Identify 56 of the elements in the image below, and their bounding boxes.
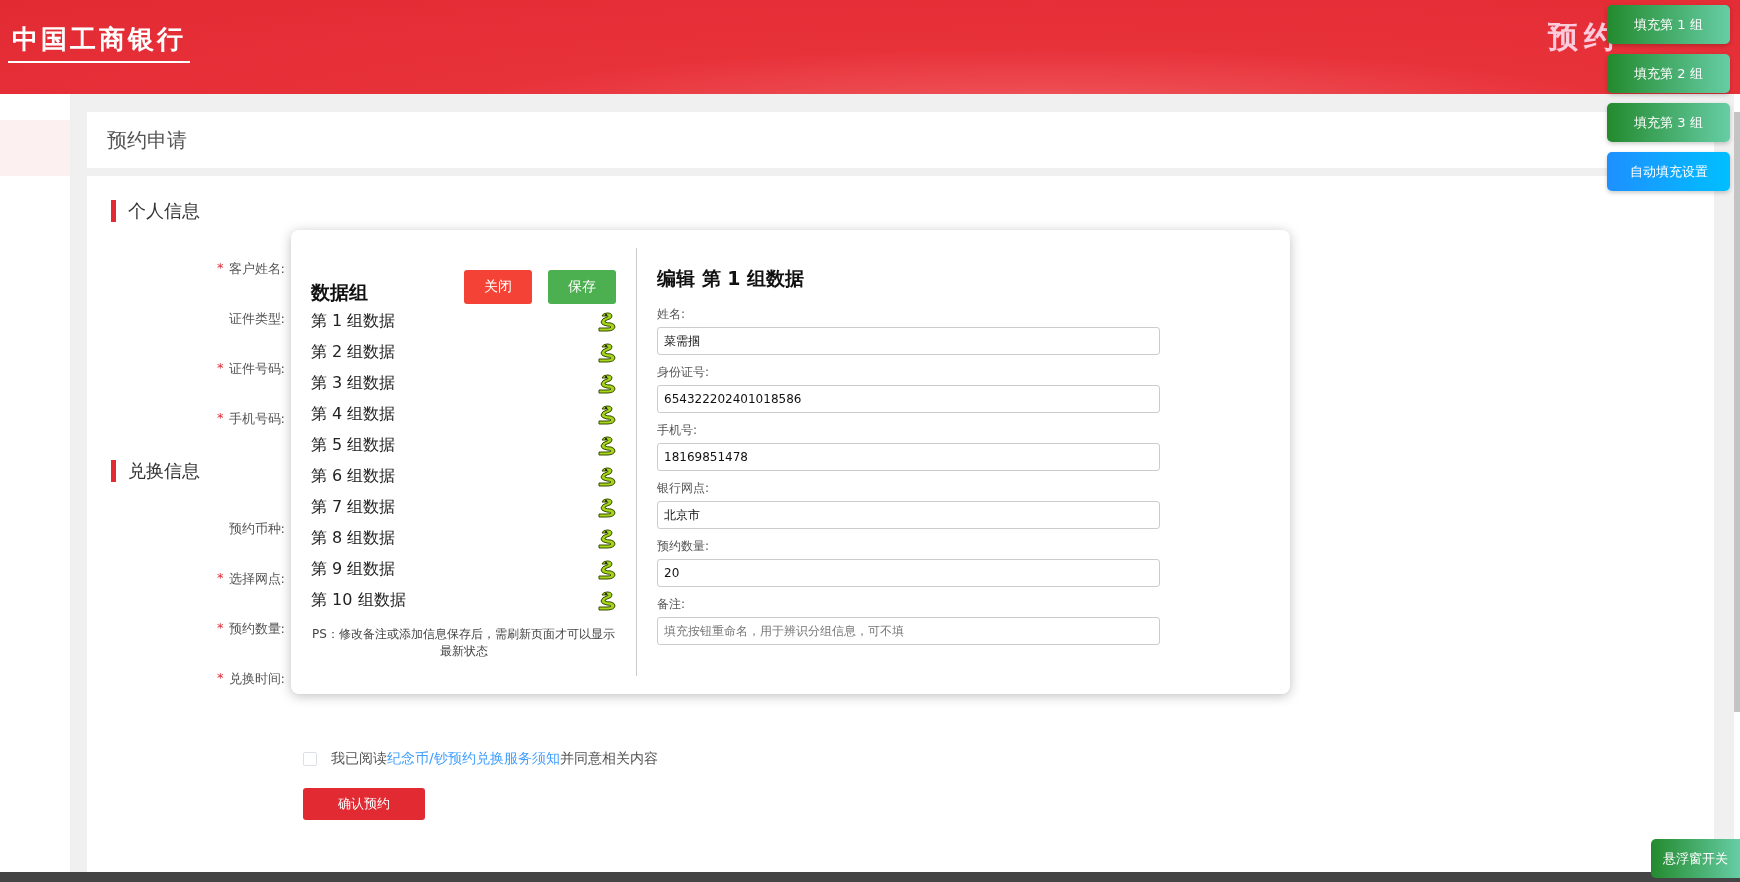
required-mark: * — [217, 570, 224, 587]
group-item[interactable]: 第 8 组数据 — [311, 528, 396, 549]
page-title: 预约申请 — [107, 126, 187, 154]
field-label: 手机号: — [657, 422, 699, 439]
field-label: 兑换时间: — [228, 670, 285, 688]
section-title: 个人信息 — [111, 200, 1690, 222]
agreement-text: 我已阅读纪念币/钞预约兑换服务须知并同意相关内容 — [331, 750, 658, 768]
required-mark: * — [217, 360, 224, 377]
field-label: 预约币种: — [228, 520, 285, 538]
group-item[interactable]: 第 2 组数据 — [311, 342, 396, 363]
snake-icon — [598, 559, 616, 580]
modal-title: 数据组 — [311, 280, 368, 305]
field-label: 证件号码: — [228, 360, 285, 378]
snake-icon — [598, 373, 616, 394]
snake-icon — [598, 497, 616, 518]
note-text: PS：修改备注或添加信息保存后，需刷新页面才可以显示最新状态 — [311, 626, 616, 660]
required-mark: * — [217, 260, 224, 277]
snake-icon — [598, 404, 616, 425]
confirm-button[interactable]: 确认预约 — [303, 788, 425, 820]
field-label: 备注: — [657, 596, 687, 613]
group-item[interactable]: 第 3 组数据 — [311, 373, 396, 394]
input-field[interactable]: 填充按钮重命名，用于辨识分组信息，可不填 — [657, 617, 1160, 645]
field-label: 预约数量: — [228, 620, 285, 638]
input-field[interactable]: 18169851478 — [657, 443, 1160, 471]
field-label: 手机号码: — [228, 410, 285, 428]
scrollbar[interactable] — [1734, 112, 1740, 712]
checkbox[interactable] — [303, 752, 317, 766]
edit-title: 编辑 第 1 组数据 — [657, 266, 806, 291]
input-field[interactable]: 菜需掴 — [657, 327, 1160, 355]
required-mark: * — [217, 620, 224, 637]
input-field[interactable]: 654322202401018586 — [657, 385, 1160, 413]
field-label: 银行网点: — [657, 480, 711, 497]
field-label: 身份证号: — [657, 364, 711, 381]
snake-icon — [598, 466, 616, 487]
close-button[interactable]: 关闭 — [464, 270, 532, 304]
snake-icon — [598, 528, 616, 549]
snake-icon — [598, 342, 616, 363]
input-field[interactable]: 20 — [657, 559, 1160, 587]
required-mark: * — [217, 410, 224, 427]
snake-icon — [598, 590, 616, 611]
field-label: 选择网点: — [228, 570, 285, 588]
group-item[interactable]: 第 10 组数据 — [311, 590, 406, 611]
required-mark: * — [217, 670, 224, 687]
group-item[interactable]: 第 4 组数据 — [311, 404, 396, 425]
field-label: 客户姓名: — [228, 260, 285, 278]
snake-icon — [598, 311, 616, 332]
bank-logo: 中国工商银行 — [8, 21, 190, 63]
field-label: 预约数量: — [657, 538, 711, 555]
group-item[interactable]: 第 1 组数据 — [311, 311, 396, 332]
input-field[interactable]: 北京市 — [657, 501, 1160, 529]
field-label: 姓名: — [657, 306, 687, 323]
field-label: 证件类型: — [228, 310, 285, 328]
group-item[interactable]: 第 9 组数据 — [311, 559, 396, 580]
group-item[interactable]: 第 5 组数据 — [311, 435, 396, 456]
snake-icon — [598, 435, 616, 456]
group-item[interactable]: 第 7 组数据 — [311, 497, 396, 518]
